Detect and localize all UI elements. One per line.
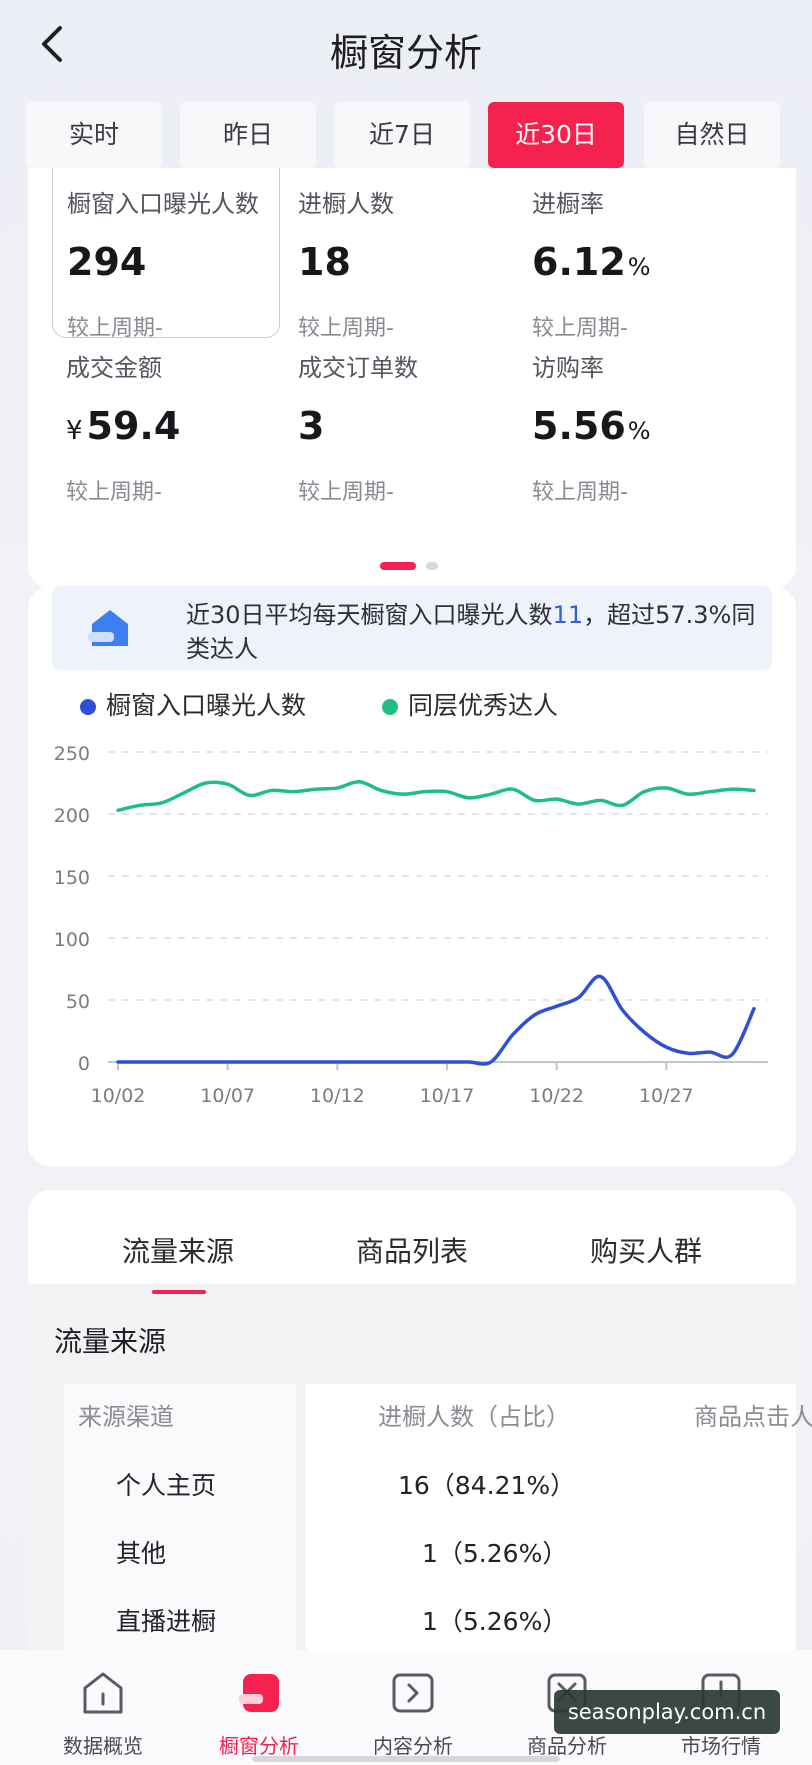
y-tick-label: 200 (54, 805, 90, 827)
metric-compare: 较上周期- (298, 480, 394, 505)
insight-text: 近30日平均每天橱窗入口曝光人数11，超过57.3%同类达人 (186, 601, 756, 663)
shop-window-icon (239, 1674, 279, 1712)
tab-active-indicator (152, 1290, 206, 1294)
legend-dot-blue (80, 699, 96, 715)
nav-item-showcase[interactable]: 橱窗分析 (194, 1650, 324, 1765)
x-tick-label: 10/02 (91, 1085, 146, 1107)
legend-item-exposure[interactable]: 橱窗入口曝光人数 (80, 690, 306, 722)
shop-icon (88, 610, 128, 646)
metric-compare: 较上周期- (67, 316, 163, 341)
metric-label: 橱窗入口曝光人数 (67, 190, 259, 218)
period-tab-7days[interactable]: 近7日 (334, 102, 470, 168)
period-tab-realtime[interactable]: 实时 (26, 102, 162, 168)
metric-label: 成交订单数 (298, 354, 418, 382)
header: 橱窗分析 (0, 0, 812, 92)
nav-label: 橱窗分析 (219, 1734, 299, 1758)
period-tab-yesterday[interactable]: 昨日 (180, 102, 316, 168)
period-tabs: 实时 昨日 近7日 近30日 自然日 (26, 102, 812, 168)
row-visitors: 16（84.21%） (398, 1471, 576, 1500)
y-tick-label: 150 (54, 867, 90, 889)
tab-buyer-group[interactable]: 购买人群 (590, 1230, 702, 1270)
column-header-visitors[interactable]: 进橱人数（占比） (378, 1384, 570, 1450)
metric-exposure[interactable]: 橱窗入口曝光人数 294 较上周期- (52, 168, 280, 341)
metric-label: 成交金额 (66, 354, 162, 382)
series-line-exposure (116, 974, 756, 1066)
section-heading: 流量来源 (54, 1325, 167, 1358)
metric-label: 进橱率 (532, 190, 604, 218)
tab-product-list[interactable]: 商品列表 (356, 1230, 468, 1270)
x-tick-label: 10/07 (200, 1085, 255, 1107)
metric-compare: 较上周期- (66, 480, 162, 505)
metric-label: 访购率 (532, 354, 604, 382)
y-tick-label: 100 (54, 929, 90, 951)
nav-item-overview[interactable]: 数据概览 (38, 1650, 168, 1765)
x-tick-label: 10/22 (529, 1085, 584, 1107)
period-tab-30days[interactable]: 近30日 (488, 102, 624, 168)
legend-item-peers[interactable]: 同层优秀达人 (382, 690, 558, 722)
legend-dot-green (382, 699, 398, 715)
metric-label: 进橱人数 (298, 190, 394, 218)
chart-card: 近30日平均每天橱窗入口曝光人数11，超过57.3%同类达人 橱窗入口曝光人数 … (28, 586, 796, 1166)
nav-item-content[interactable]: 内容分析 (348, 1650, 478, 1765)
metric-compare: 较上周期- (532, 316, 628, 341)
metric-value: 3 (298, 404, 325, 448)
metric-conversion-rate[interactable]: 访购率 5.56% 较上周期- (518, 348, 746, 518)
row-source: 个人主页 (116, 1471, 217, 1500)
row-source: 直播进橱 (116, 1607, 217, 1636)
column-header-source: 来源渠道 (78, 1403, 174, 1431)
carousel-dot[interactable] (426, 562, 438, 570)
home-icon (83, 1672, 123, 1714)
x-tick-label: 10/17 (420, 1085, 475, 1107)
y-tick-label: 250 (54, 743, 90, 765)
traffic-table: 来源渠道 进橱人数（占比） 商品点击人 个人主页 16（84.21%） 其他 1… (64, 1384, 812, 1650)
tab-traffic-source[interactable]: 流量来源 (122, 1230, 234, 1270)
column-header-clicks[interactable]: 商品点击人 (694, 1384, 812, 1450)
y-tick-label: 0 (78, 1053, 90, 1075)
metric-value: ¥59.4 (66, 404, 181, 448)
nav-label: 市场行情 (681, 1734, 761, 1758)
metric-entry-rate[interactable]: 进橱率 6.12% 较上周期- (518, 168, 746, 341)
nav-label: 数据概览 (63, 1734, 143, 1758)
metric-gmv[interactable]: 成交金额 ¥59.4 较上周期- (52, 348, 280, 518)
metric-orders[interactable]: 成交订单数 3 较上周期- (284, 348, 512, 518)
metric-value: 294 (67, 240, 147, 284)
nav-label: 内容分析 (373, 1734, 453, 1758)
metric-compare: 较上周期- (298, 316, 394, 341)
metric-visitors[interactable]: 进橱人数 18 较上周期- (284, 168, 512, 341)
page-title: 橱窗分析 (329, 31, 482, 75)
row-source: 其他 (116, 1539, 167, 1568)
play-box-icon (392, 1673, 434, 1713)
line-chart[interactable]: 0 50 100 150 200 250 10/02 10/07 10/12 10/17 10/22… (28, 726, 796, 1146)
row-visitors: 1（5.26%） (422, 1607, 568, 1636)
series-line-peers (116, 780, 756, 813)
metric-value: 18 (298, 240, 351, 284)
home-indicator[interactable] (252, 1756, 560, 1762)
x-tick-label: 10/12 (310, 1085, 365, 1107)
metric-value: 5.56% (532, 404, 651, 448)
x-tick-label: 10/27 (639, 1085, 694, 1107)
y-tick-label: 50 (66, 991, 90, 1013)
carousel-dots (28, 562, 796, 572)
watermark: seasonplay.com.cn (554, 1690, 780, 1734)
row-visitors: 1（5.26%） (422, 1539, 568, 1568)
carousel-dot-active[interactable] (380, 562, 416, 570)
metrics-card: 橱窗入口曝光人数 294 较上周期- 进橱人数 18 较上周期- 进橱率 6.1… (28, 168, 796, 588)
metric-value: 6.12% (532, 240, 651, 284)
metric-compare: 较上周期- (532, 480, 628, 505)
period-tab-natural-day[interactable]: 自然日 (644, 102, 780, 168)
insight-banner: 近30日平均每天橱窗入口曝光人数11，超过57.3%同类达人 (52, 586, 772, 670)
detail-card: 流量来源 商品列表 购买人群 流量来源 来源渠道 进橱人数（占比） 商品点击人 … (28, 1190, 812, 1650)
nav-label: 商品分析 (527, 1734, 607, 1758)
